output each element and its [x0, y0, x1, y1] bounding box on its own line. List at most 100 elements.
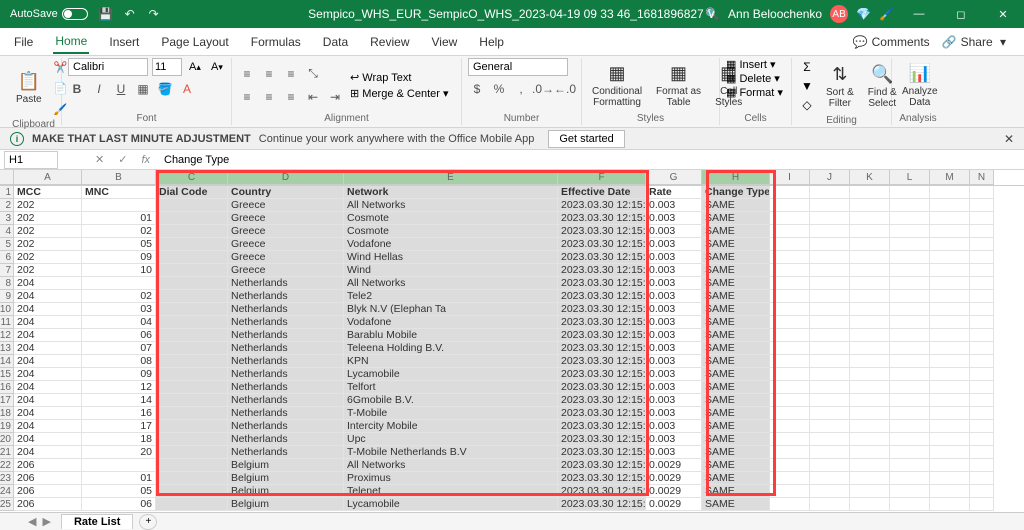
col-header-A[interactable]: A [14, 170, 82, 185]
cell-A24[interactable]: 206 [14, 485, 82, 498]
cell-H1[interactable]: Change Type [702, 186, 770, 199]
cell-D15[interactable]: Netherlands [228, 368, 344, 381]
cell-K13[interactable] [850, 342, 890, 355]
cell-L2[interactable] [890, 199, 930, 212]
cell-E18[interactable]: T-Mobile [344, 407, 558, 420]
cell-B13[interactable]: 07 [82, 342, 156, 355]
comments-button[interactable]: 💬 Comments [853, 35, 930, 49]
cancel-formula-icon[interactable]: ✕ [95, 153, 104, 166]
cell-N16[interactable] [970, 381, 994, 394]
cell-E22[interactable]: All Networks [344, 459, 558, 472]
cell-H16[interactable]: SAME [702, 381, 770, 394]
cell-J7[interactable] [810, 264, 850, 277]
cell-M11[interactable] [930, 316, 970, 329]
cell-C11[interactable] [156, 316, 228, 329]
cell-N8[interactable] [970, 277, 994, 290]
cell-C5[interactable] [156, 238, 228, 251]
cell-B5[interactable]: 05 [82, 238, 156, 251]
cell-H2[interactable]: SAME [702, 199, 770, 212]
cell-I25[interactable] [770, 498, 810, 511]
cell-D19[interactable]: Netherlands [228, 420, 344, 433]
cell-M17[interactable] [930, 394, 970, 407]
cell-M13[interactable] [930, 342, 970, 355]
tab-insert[interactable]: Insert [107, 31, 141, 53]
cell-C13[interactable] [156, 342, 228, 355]
col-header-H[interactable]: H [702, 170, 770, 185]
cell-L1[interactable] [890, 186, 930, 199]
cell-F9[interactable]: 2023.03.30 12:15:22 [558, 290, 646, 303]
cell-G25[interactable]: 0.0029 [646, 498, 702, 511]
cell-F19[interactable]: 2023.03.30 12:15:22 [558, 420, 646, 433]
cell-N1[interactable] [970, 186, 994, 199]
sheet-nav-prev-icon[interactable]: ◀ [28, 515, 36, 528]
cell-C15[interactable] [156, 368, 228, 381]
cell-H9[interactable]: SAME [702, 290, 770, 303]
cell-A20[interactable]: 204 [14, 433, 82, 446]
cell-B15[interactable]: 09 [82, 368, 156, 381]
cell-G17[interactable]: 0.003 [646, 394, 702, 407]
cell-F16[interactable]: 2023.03.30 12:15:22 [558, 381, 646, 394]
col-header-B[interactable]: B [82, 170, 156, 185]
align-mid-icon[interactable]: ≡ [260, 65, 278, 83]
cell-H14[interactable]: SAME [702, 355, 770, 368]
cell-I20[interactable] [770, 433, 810, 446]
cell-K11[interactable] [850, 316, 890, 329]
cell-K20[interactable] [850, 433, 890, 446]
cell-H25[interactable]: SAME [702, 498, 770, 511]
cell-A7[interactable]: 202 [14, 264, 82, 277]
align-left-icon[interactable]: ≡ [238, 88, 256, 106]
cell-N9[interactable] [970, 290, 994, 303]
spreadsheet-grid[interactable]: ABCDEFGHIJKLMN1MCCMNCDial CodeCountryNet… [0, 170, 1024, 512]
cell-C17[interactable] [156, 394, 228, 407]
cell-N20[interactable] [970, 433, 994, 446]
cell-A9[interactable]: 204 [14, 290, 82, 303]
increase-font-icon[interactable]: A▴ [186, 58, 204, 76]
cell-K23[interactable] [850, 472, 890, 485]
fill-color-icon[interactable]: 🪣 [156, 80, 174, 98]
cell-H4[interactable]: SAME [702, 225, 770, 238]
cell-C12[interactable] [156, 329, 228, 342]
cell-K21[interactable] [850, 446, 890, 459]
col-header-D[interactable]: D [228, 170, 344, 185]
cell-F12[interactable]: 2023.03.30 12:15:22 [558, 329, 646, 342]
cell-N25[interactable] [970, 498, 994, 511]
cell-E5[interactable]: Vodafone [344, 238, 558, 251]
cell-I23[interactable] [770, 472, 810, 485]
cell-M4[interactable] [930, 225, 970, 238]
cell-E6[interactable]: Wind Hellas [344, 251, 558, 264]
cell-E1[interactable]: Network [344, 186, 558, 199]
cell-D7[interactable]: Greece [228, 264, 344, 277]
cell-L3[interactable] [890, 212, 930, 225]
row-header-12[interactable]: 12 [0, 329, 14, 342]
cell-H6[interactable]: SAME [702, 251, 770, 264]
cell-I6[interactable] [770, 251, 810, 264]
user-avatar[interactable]: AB [830, 5, 848, 23]
cell-B18[interactable]: 16 [82, 407, 156, 420]
cell-K6[interactable] [850, 251, 890, 264]
cell-C25[interactable] [156, 498, 228, 511]
cell-C4[interactable] [156, 225, 228, 238]
cell-C14[interactable] [156, 355, 228, 368]
tab-page-layout[interactable]: Page Layout [159, 31, 230, 53]
cell-K4[interactable] [850, 225, 890, 238]
cell-D12[interactable]: Netherlands [228, 329, 344, 342]
cell-N3[interactable] [970, 212, 994, 225]
row-header-13[interactable]: 13 [0, 342, 14, 355]
document-title[interactable]: Sempico_WHS_EUR_SempicO_WHS_2023-04-19 0… [308, 7, 716, 21]
cell-E12[interactable]: Barablu Mobile [344, 329, 558, 342]
cell-D11[interactable]: Netherlands [228, 316, 344, 329]
cell-B19[interactable]: 17 [82, 420, 156, 433]
cell-J3[interactable] [810, 212, 850, 225]
confirm-formula-icon[interactable]: ✓ [118, 153, 127, 166]
cell-H7[interactable]: SAME [702, 264, 770, 277]
cell-E23[interactable]: Proximus [344, 472, 558, 485]
cell-F7[interactable]: 2023.03.30 12:15:22 [558, 264, 646, 277]
cell-G23[interactable]: 0.0029 [646, 472, 702, 485]
cell-L9[interactable] [890, 290, 930, 303]
cell-A17[interactable]: 204 [14, 394, 82, 407]
cell-I22[interactable] [770, 459, 810, 472]
cell-L5[interactable] [890, 238, 930, 251]
row-header-23[interactable]: 23 [0, 472, 14, 485]
row-header-25[interactable]: 25 [0, 498, 14, 511]
cell-M16[interactable] [930, 381, 970, 394]
